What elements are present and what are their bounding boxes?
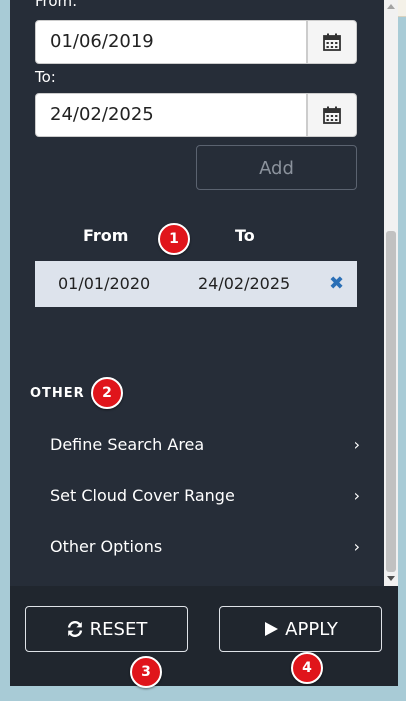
apply-button[interactable]: APPLY xyxy=(219,606,382,652)
chevron-right-icon: › xyxy=(353,435,360,454)
play-icon xyxy=(265,622,279,636)
delete-range-icon[interactable]: ✖ xyxy=(329,261,344,307)
to-date-group: 24/02/2025 xyxy=(35,93,357,137)
reset-label: RESET xyxy=(89,618,148,640)
menu-item-label: Other Options xyxy=(50,537,163,556)
to-label: To: xyxy=(35,68,56,86)
to-calendar-button[interactable] xyxy=(307,93,357,137)
menu-item-set-cloud-cover-range[interactable]: Set Cloud Cover Range › xyxy=(50,481,360,511)
chevron-right-icon: › xyxy=(353,486,360,505)
other-section-title: OTHER xyxy=(30,386,85,401)
scroll-up-arrow-icon[interactable] xyxy=(387,4,395,9)
range-from-value: 01/01/2020 xyxy=(58,274,151,293)
panel-footer: RESET APPLY xyxy=(10,586,398,686)
to-date-input[interactable]: 24/02/2025 xyxy=(35,93,307,137)
from-label: From: xyxy=(35,0,78,10)
calendar-icon xyxy=(323,33,341,51)
calendar-icon xyxy=(323,106,341,124)
ranges-header-from: From xyxy=(83,226,129,245)
from-date-group: 01/06/2019 xyxy=(35,20,357,64)
menu-item-define-search-area[interactable]: Define Search Area › xyxy=(50,430,360,460)
ranges-header-to: To xyxy=(235,226,255,245)
chevron-right-icon: › xyxy=(353,537,360,556)
callout-badge-4: 4 xyxy=(291,652,323,684)
scroll-down-arrow-icon[interactable] xyxy=(387,576,395,581)
callout-badge-1: 1 xyxy=(158,223,190,255)
callout-badge-3: 3 xyxy=(130,656,162,688)
range-to-value: 24/02/2025 xyxy=(198,274,291,293)
callout-badge-2: 2 xyxy=(91,377,123,409)
vertical-scrollbar[interactable] xyxy=(384,0,398,586)
panel-scroll-area: From: 01/06/2019 To: 24/02/2025 Add From… xyxy=(10,0,384,586)
filter-panel: From: 01/06/2019 To: 24/02/2025 Add From… xyxy=(10,0,398,686)
from-calendar-button[interactable] xyxy=(307,20,357,64)
menu-item-label: Define Search Area xyxy=(50,435,205,454)
menu-item-other-options[interactable]: Other Options › xyxy=(50,532,360,562)
scrollbar-thumb[interactable] xyxy=(386,231,396,572)
add-date-range-button[interactable]: Add xyxy=(196,145,357,190)
reset-button[interactable]: RESET xyxy=(25,606,188,652)
apply-label: APPLY xyxy=(285,618,338,640)
date-range-row: 01/01/2020 24/02/2025 ✖ xyxy=(35,261,357,307)
refresh-icon xyxy=(67,621,82,637)
menu-item-label: Set Cloud Cover Range xyxy=(50,486,235,505)
from-date-input[interactable]: 01/06/2019 xyxy=(35,20,307,64)
